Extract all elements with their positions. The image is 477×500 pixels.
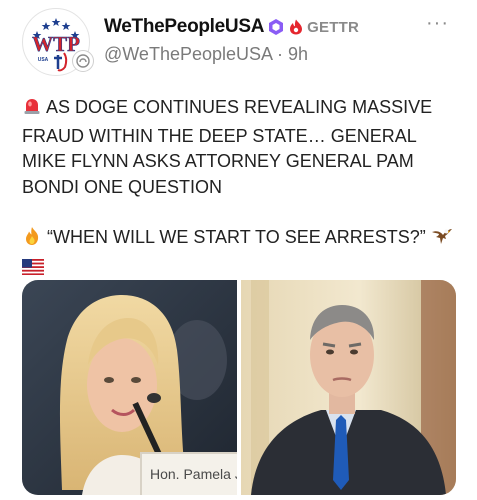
post-paragraph-2: “WHEN WILL WE START TO SEE ARRESTS?”: [47, 227, 426, 247]
photo-mike-flynn[interactable]: [241, 280, 456, 495]
nameplate-text: Hon. Pamela Jo: [150, 466, 250, 482]
us-flag-emoji: [22, 257, 44, 283]
gettr-badge-icon: [72, 50, 94, 72]
gettr-flame-icon: [289, 19, 303, 35]
platform-label: GETTR: [307, 18, 359, 36]
fire-emoji: [22, 226, 42, 254]
post-paragraph-1: AS DOGE CONTINUES REVEALING MASSIVE FRAU…: [22, 97, 433, 197]
more-options-icon[interactable]: ···: [426, 12, 449, 35]
author-handle-time[interactable]: @WeThePeopleUSA · 9h: [104, 44, 427, 65]
photo-pam-bondi[interactable]: Hon. Pamela Jo: [22, 280, 250, 495]
post-body: AS DOGE CONTINUES REVEALING MASSIVE FRAU…: [22, 95, 462, 282]
avatar-logo-subtext: USA: [38, 57, 49, 63]
post-header: WeThePeopleUSA GETTR @WeThePeopleUSA · 9…: [104, 14, 427, 65]
nameplate: Hon. Pamela Jo: [140, 452, 250, 495]
eagle-emoji: [431, 226, 453, 254]
police-light-emoji: [22, 96, 42, 124]
post-media[interactable]: Hon. Pamela Jo: [22, 280, 456, 495]
author-name[interactable]: WeThePeopleUSA: [104, 16, 264, 38]
verified-badge-icon: [267, 18, 285, 36]
